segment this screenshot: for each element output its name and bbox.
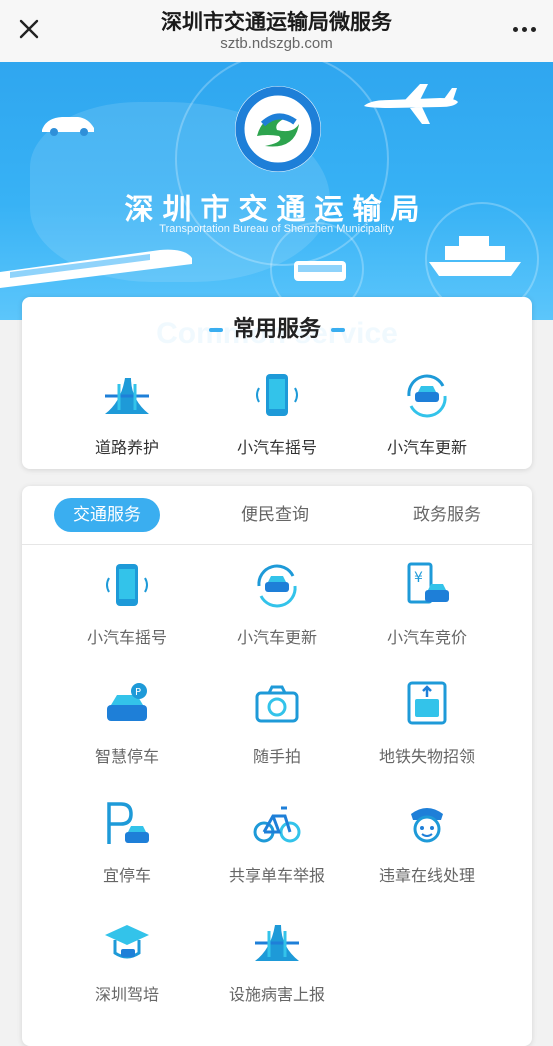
more-dot-icon [512,26,518,32]
service-label: 道路养护 [94,438,159,457]
more-dot-icon [530,26,536,32]
service-label: 小汽车更新 [236,628,317,647]
parking-icon [107,802,149,844]
smart-parking-icon: P [107,683,147,721]
service-car-lottery[interactable]: 小汽车摇号 [202,370,352,458]
service-label: 深圳驾培 [94,985,159,1004]
service-label: 宜停车 [102,866,151,885]
service-driving-school[interactable]: 深圳驾培 [52,917,202,1005]
car-bid-icon: ¥ [407,562,449,604]
service-bike-sharing-report[interactable]: 共享单车举报 [202,798,352,886]
service-subway-lost-found[interactable]: 地铁失物招领 [352,679,502,767]
phone-icon [106,564,148,606]
service-car-renewal[interactable]: 小汽车更新 [202,560,352,648]
service-label: 设施病害上报 [228,985,325,1004]
service-tabs: 交通服务 便民查询 政务服务 [22,486,532,545]
car-illustration-icon [42,117,94,136]
service-label: 小汽车竞价 [386,628,467,647]
service-label: 地铁失物招领 [378,747,475,766]
service-easy-parking[interactable]: 宜停车 [52,798,202,886]
service-snapshot-report[interactable]: 随手拍 [202,679,352,767]
road-icon [255,925,299,961]
bureau-logo [235,86,321,172]
camera-icon [255,685,299,723]
service-car-lottery[interactable]: 小汽车摇号 [52,560,202,648]
driving-school-icon [105,925,149,959]
service-label: 共享单车举报 [228,866,325,885]
svg-text:P: P [135,687,141,698]
bicycle-icon [253,806,301,843]
ship-illustration-icon [429,236,521,276]
common-services-title-text: 常用服务 [232,317,321,342]
tab-public-inquiry[interactable]: 便民查询 [222,498,328,532]
services-card: 交通服务 便民查询 政务服务 小汽车摇号 小汽车更新 ¥ 小汽车竞价 P 智慧停… [22,486,532,1046]
car-refresh-icon [407,374,447,418]
service-road-maintenance[interactable]: 道路养护 [52,370,202,458]
service-label: 随手拍 [252,747,301,766]
more-dot-icon [521,26,527,32]
common-services-card: Common service 常用服务 道路养护 小汽车摇号 小汽车更新 [22,297,532,469]
hero-banner: 深圳市交通运输局 Transportation Bureau of Shenzh… [0,62,553,320]
tab-traffic-services[interactable]: 交通服务 [54,498,160,532]
bus-illustration-icon [294,261,346,281]
title-dash [331,328,345,332]
service-label: 智慧停车 [94,747,159,766]
service-label: 小汽车摇号 [86,628,167,647]
service-car-bidding[interactable]: ¥ 小汽车竞价 [352,560,502,648]
page-url: sztb.ndszgb.com [220,35,333,52]
title-dash [208,328,223,332]
common-services-title: 常用服务 [22,311,532,343]
phone-icon [256,374,298,416]
title-bar: 深圳市交通运输局微服务 sztb.ndszgb.com [0,0,553,62]
service-facility-damage-report[interactable]: 设施病害上报 [202,917,352,1005]
service-label: 违章在线处理 [378,866,475,885]
more-menu-button[interactable] [507,12,541,46]
svg-text:¥: ¥ [414,570,423,586]
service-label: 小汽车更新 [386,438,467,457]
service-label: 小汽车摇号 [236,438,317,457]
subway-icon [407,681,447,725]
train-illustration-icon [0,249,192,288]
tab-government-services[interactable]: 政务服务 [394,498,500,532]
police-icon [411,808,443,843]
service-smart-parking[interactable]: P 智慧停车 [52,679,202,767]
airplane-illustration-icon [364,84,458,124]
car-refresh-icon [257,564,297,608]
road-icon [105,378,149,414]
service-violation-handling[interactable]: 违章在线处理 [352,798,502,886]
banner-title: 深圳市交通运输局 [124,192,429,226]
page-title: 深圳市交通运输局微服务 [161,10,392,34]
banner-subtitle: Transportation Bureau of Shenzhen Munici… [159,223,394,235]
service-car-renewal[interactable]: 小汽车更新 [352,370,502,458]
